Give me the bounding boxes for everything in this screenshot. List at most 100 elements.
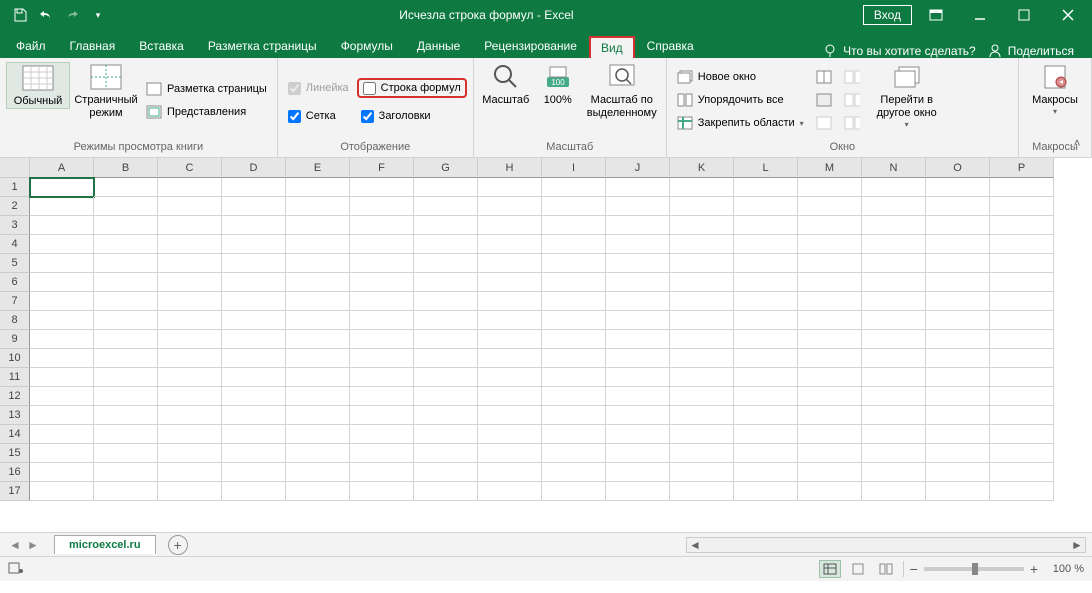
cell[interactable] <box>862 292 926 311</box>
cell[interactable] <box>158 425 222 444</box>
cell[interactable] <box>862 482 926 501</box>
cell[interactable] <box>926 444 990 463</box>
cell[interactable] <box>542 387 606 406</box>
cell[interactable] <box>30 216 94 235</box>
cell[interactable] <box>734 330 798 349</box>
normal-view-button[interactable]: Обычный <box>6 62 70 109</box>
cell[interactable] <box>542 197 606 216</box>
cell[interactable] <box>222 292 286 311</box>
cell[interactable] <box>606 216 670 235</box>
tab-page-layout[interactable]: Разметка страницы <box>196 34 329 58</box>
cell[interactable] <box>478 311 542 330</box>
cell[interactable] <box>478 235 542 254</box>
cell[interactable] <box>286 273 350 292</box>
cell[interactable] <box>606 254 670 273</box>
cell[interactable] <box>350 216 414 235</box>
cell[interactable] <box>798 235 862 254</box>
cell[interactable] <box>990 235 1054 254</box>
cell[interactable] <box>350 330 414 349</box>
cell[interactable] <box>734 349 798 368</box>
cell[interactable] <box>414 235 478 254</box>
cell[interactable] <box>734 406 798 425</box>
cell[interactable] <box>478 425 542 444</box>
cell[interactable] <box>670 311 734 330</box>
cells-area[interactable] <box>30 178 1054 501</box>
cell[interactable] <box>926 235 990 254</box>
cell[interactable] <box>926 292 990 311</box>
cell[interactable] <box>862 311 926 330</box>
cell[interactable] <box>606 425 670 444</box>
cell[interactable] <box>606 444 670 463</box>
cell[interactable] <box>734 273 798 292</box>
zoom-percent[interactable]: 100 % <box>1044 563 1084 575</box>
cell[interactable] <box>990 273 1054 292</box>
cell[interactable] <box>30 235 94 254</box>
cell[interactable] <box>798 425 862 444</box>
cell[interactable] <box>350 387 414 406</box>
cell[interactable] <box>414 254 478 273</box>
cell[interactable] <box>30 292 94 311</box>
cell[interactable] <box>286 463 350 482</box>
cell[interactable] <box>286 235 350 254</box>
cell[interactable] <box>734 292 798 311</box>
row-header[interactable]: 10 <box>0 349 30 368</box>
column-header[interactable]: I <box>542 158 606 178</box>
worksheet-grid[interactable]: ABCDEFGHIJKLMNOP 12345678910111213141516… <box>0 158 1092 533</box>
cell[interactable] <box>862 463 926 482</box>
cell[interactable] <box>862 254 926 273</box>
cell[interactable] <box>798 216 862 235</box>
cell[interactable] <box>286 387 350 406</box>
cell[interactable] <box>350 254 414 273</box>
cell[interactable] <box>350 311 414 330</box>
column-header[interactable]: G <box>414 158 478 178</box>
cell[interactable] <box>350 349 414 368</box>
cell[interactable] <box>990 197 1054 216</box>
zoom-100-button[interactable]: 100 100% <box>536 62 580 107</box>
cell[interactable] <box>478 463 542 482</box>
cell[interactable] <box>350 463 414 482</box>
cell[interactable] <box>222 197 286 216</box>
cell[interactable] <box>606 482 670 501</box>
cell[interactable] <box>542 330 606 349</box>
row-header[interactable]: 3 <box>0 216 30 235</box>
cell[interactable] <box>798 482 862 501</box>
sheet-nav-next[interactable]: ► <box>24 538 42 552</box>
page-layout-button[interactable]: Разметка страницы <box>142 79 271 99</box>
add-sheet-button[interactable]: + <box>168 535 188 555</box>
cell[interactable] <box>670 425 734 444</box>
cell[interactable] <box>94 178 158 197</box>
cell[interactable] <box>94 406 158 425</box>
row-header[interactable]: 6 <box>0 273 30 292</box>
cell[interactable] <box>286 330 350 349</box>
cell[interactable] <box>990 311 1054 330</box>
cell[interactable] <box>606 273 670 292</box>
cell[interactable] <box>990 349 1054 368</box>
tab-file[interactable]: Файл <box>4 34 58 58</box>
cell[interactable] <box>670 387 734 406</box>
cell[interactable] <box>542 444 606 463</box>
cell[interactable] <box>798 349 862 368</box>
cell[interactable] <box>222 444 286 463</box>
cell[interactable] <box>542 311 606 330</box>
cell[interactable] <box>94 216 158 235</box>
cell[interactable] <box>990 292 1054 311</box>
cell[interactable] <box>286 254 350 273</box>
cell[interactable] <box>862 387 926 406</box>
cell[interactable] <box>286 292 350 311</box>
cell[interactable] <box>670 216 734 235</box>
column-header[interactable]: K <box>670 158 734 178</box>
page-break-status[interactable] <box>875 560 897 578</box>
login-button[interactable]: Вход <box>863 5 912 25</box>
cell[interactable] <box>222 330 286 349</box>
cell[interactable] <box>926 216 990 235</box>
cell[interactable] <box>222 463 286 482</box>
cell[interactable] <box>286 311 350 330</box>
cell[interactable] <box>94 387 158 406</box>
column-header[interactable]: E <box>286 158 350 178</box>
cell[interactable] <box>30 254 94 273</box>
freeze-panes-button[interactable]: Закрепить области <box>673 113 808 133</box>
cell[interactable] <box>798 292 862 311</box>
cell[interactable] <box>286 406 350 425</box>
cell[interactable] <box>606 406 670 425</box>
page-layout-status[interactable] <box>847 560 869 578</box>
